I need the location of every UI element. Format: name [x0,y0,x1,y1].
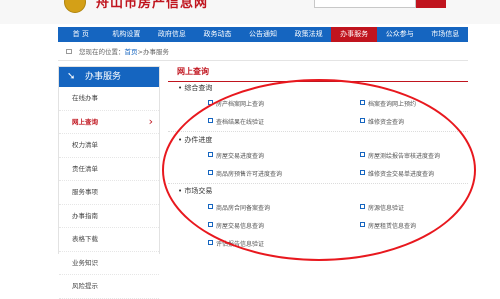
main-content: 网上查询 • 综合查询 房产档案网上查询 档案查询网上预约 查档结果在线验证 维… [168,63,468,254]
site-logo-text: 舟山市房产信息网 [96,0,209,11]
arrow-right-icon: ➘ [67,71,76,82]
bullet-icon [208,204,213,209]
link-label: 商品房预售许可进度查询 [216,171,283,178]
nav-item-gov-info[interactable]: 政府信息 [149,27,195,42]
sidebar-item-service-items[interactable]: 服务事项 [59,181,159,205]
section-title-progress: • 办件进度 [178,136,213,144]
chevron-right-icon: › [148,114,153,128]
bullet-icon [208,222,213,227]
sidebar-item-form-download[interactable]: 表格下载 [59,228,159,252]
sidebar-item-power-list[interactable]: 权力清单 [59,134,159,158]
bullet-icon [360,204,365,209]
section-title-text: 综合查询 [184,84,213,92]
bullet-icon [360,222,365,227]
nav-item-regulations[interactable]: 政策法规 [286,27,332,42]
emblem-icon [64,0,86,13]
section-title-market: • 市场交易 [178,187,213,195]
link-transaction-progress[interactable]: 房屋交易进度查询 [208,152,264,161]
sidebar-item-online-services[interactable]: 在线办事 [59,87,159,111]
link-maintenance-fund[interactable]: 维修资金查询 [360,118,404,127]
link-label: 查档结果在线验证 [216,119,265,126]
link-transaction-info[interactable]: 房屋交易信息查询 [208,222,264,231]
sidebar-item-responsibility-list[interactable]: 责任清单 [59,158,159,181]
nav-item-market-info[interactable]: 市场信息 [423,27,469,42]
nav-item-services[interactable]: 办事服务 [331,27,377,42]
sidebar-title: 办事服务 [85,72,122,82]
sidebar-item-risk-warning[interactable]: 风险提示 [59,275,159,299]
site-search-input[interactable] [314,0,416,8]
link-appraisal-verify[interactable]: 评估报告信息验证 [208,240,264,249]
location-icon [66,49,72,54]
bullet-icon [360,170,365,175]
bullet-icon [208,170,213,175]
link-archive-verify[interactable]: 查档结果在线验证 [208,118,264,127]
sidebar-item-guide[interactable]: 办事指南 [59,205,159,228]
sidebar: ➘ 办事服务 在线办事 网上查询 › 权力清单 责任清单 服务事项 办事指南 表格… [58,66,160,299]
link-label: 维修资金查询 [368,119,405,126]
bullet-icon [208,152,213,157]
sidebar-item-online-query[interactable]: 网上查询 › [59,111,159,134]
link-archive-appointment[interactable]: 档案查询网上预约 [360,100,416,109]
sidebar-item-label: 表格下载 [72,235,98,243]
sidebar-item-knowledge[interactable]: 业务知识 [59,252,159,275]
sidebar-item-label: 权力清单 [72,141,98,149]
section-title-text: 市场交易 [184,187,213,195]
link-label: 房产档案网上查询 [216,101,265,108]
section-title-text: 办件进度 [184,136,213,144]
link-label: 商品房合同备案查询 [216,205,271,212]
link-label: 房屋租赁信息查询 [368,223,417,230]
breadcrumb: 您现在的位置：首页>办事服务 [58,44,468,61]
link-label: 房屋交易进度查询 [216,153,265,160]
sidebar-header: ➘ 办事服务 [59,67,159,87]
sidebar-item-label: 业务知识 [72,258,98,267]
bullet-icon [208,240,213,245]
link-label: 档案查询网上预约 [368,101,417,108]
sidebar-item-label: 服务事项 [72,188,98,196]
link-contract-filing[interactable]: 商品房合同备案查询 [208,204,270,213]
nav-item-organization[interactable]: 机构设置 [104,27,150,42]
sidebar-item-label: 责任清单 [72,164,98,173]
nav-item-participation[interactable]: 公众参与 [377,27,423,42]
link-label: 维修资金交易单进度查询 [368,171,435,178]
section-divider [168,131,468,132]
page-title-bar: 网上查询 [168,63,468,82]
link-archive-query[interactable]: 房产档案网上查询 [208,100,264,109]
link-label: 房屋测绘报告审核进度查询 [368,153,441,160]
site-banner: 舟山市房产信息网 [0,0,500,24]
bullet-icon [208,118,213,123]
sidebar-item-label: 在线办事 [72,94,98,102]
link-listing-verify[interactable]: 房源信息验证 [360,204,404,213]
site-search-button[interactable] [416,0,446,8]
bullet-icon [208,100,213,105]
nav-item-gov-news[interactable]: 政务动态 [195,27,241,42]
link-fund-slip-progress[interactable]: 维修资金交易单进度查询 [360,170,434,179]
link-label: 房源信息验证 [368,205,405,212]
link-rental-info[interactable]: 房屋租赁信息查询 [360,222,416,231]
breadcrumb-text: 您现在的位置：首页>办事服务 [79,44,169,60]
section-divider [168,183,468,184]
bullet-icon [360,118,365,123]
nav-item-notices[interactable]: 公告通知 [240,27,286,42]
main-nav: 首 页 机构设置 政府信息 政务动态 公告通知 政策法规 办事服务 公众参与 市… [58,27,468,42]
page-title: 网上查询 [177,67,209,76]
nav-item-home[interactable]: 首 页 [58,27,104,42]
bullet-icon [360,100,365,105]
breadcrumb-current: 办事服务 [142,48,169,56]
link-survey-report-progress[interactable]: 房屋测绘报告审核进度查询 [360,152,440,161]
link-label: 评估报告信息验证 [216,241,265,248]
bullet-icon [360,152,365,157]
sidebar-item-label: 办事指南 [72,211,98,220]
breadcrumb-home-link[interactable]: 首页 [125,48,138,56]
breadcrumb-prefix: 您现在的位置： [79,48,125,56]
link-presale-permit-progress[interactable]: 商品房预售许可进度查询 [208,170,282,179]
link-label: 房屋交易信息查询 [216,223,265,230]
sidebar-item-label: 风险提示 [72,282,98,290]
section-title-general-query: • 综合查询 [178,84,213,92]
sidebar-item-label: 网上查询 [72,117,98,126]
